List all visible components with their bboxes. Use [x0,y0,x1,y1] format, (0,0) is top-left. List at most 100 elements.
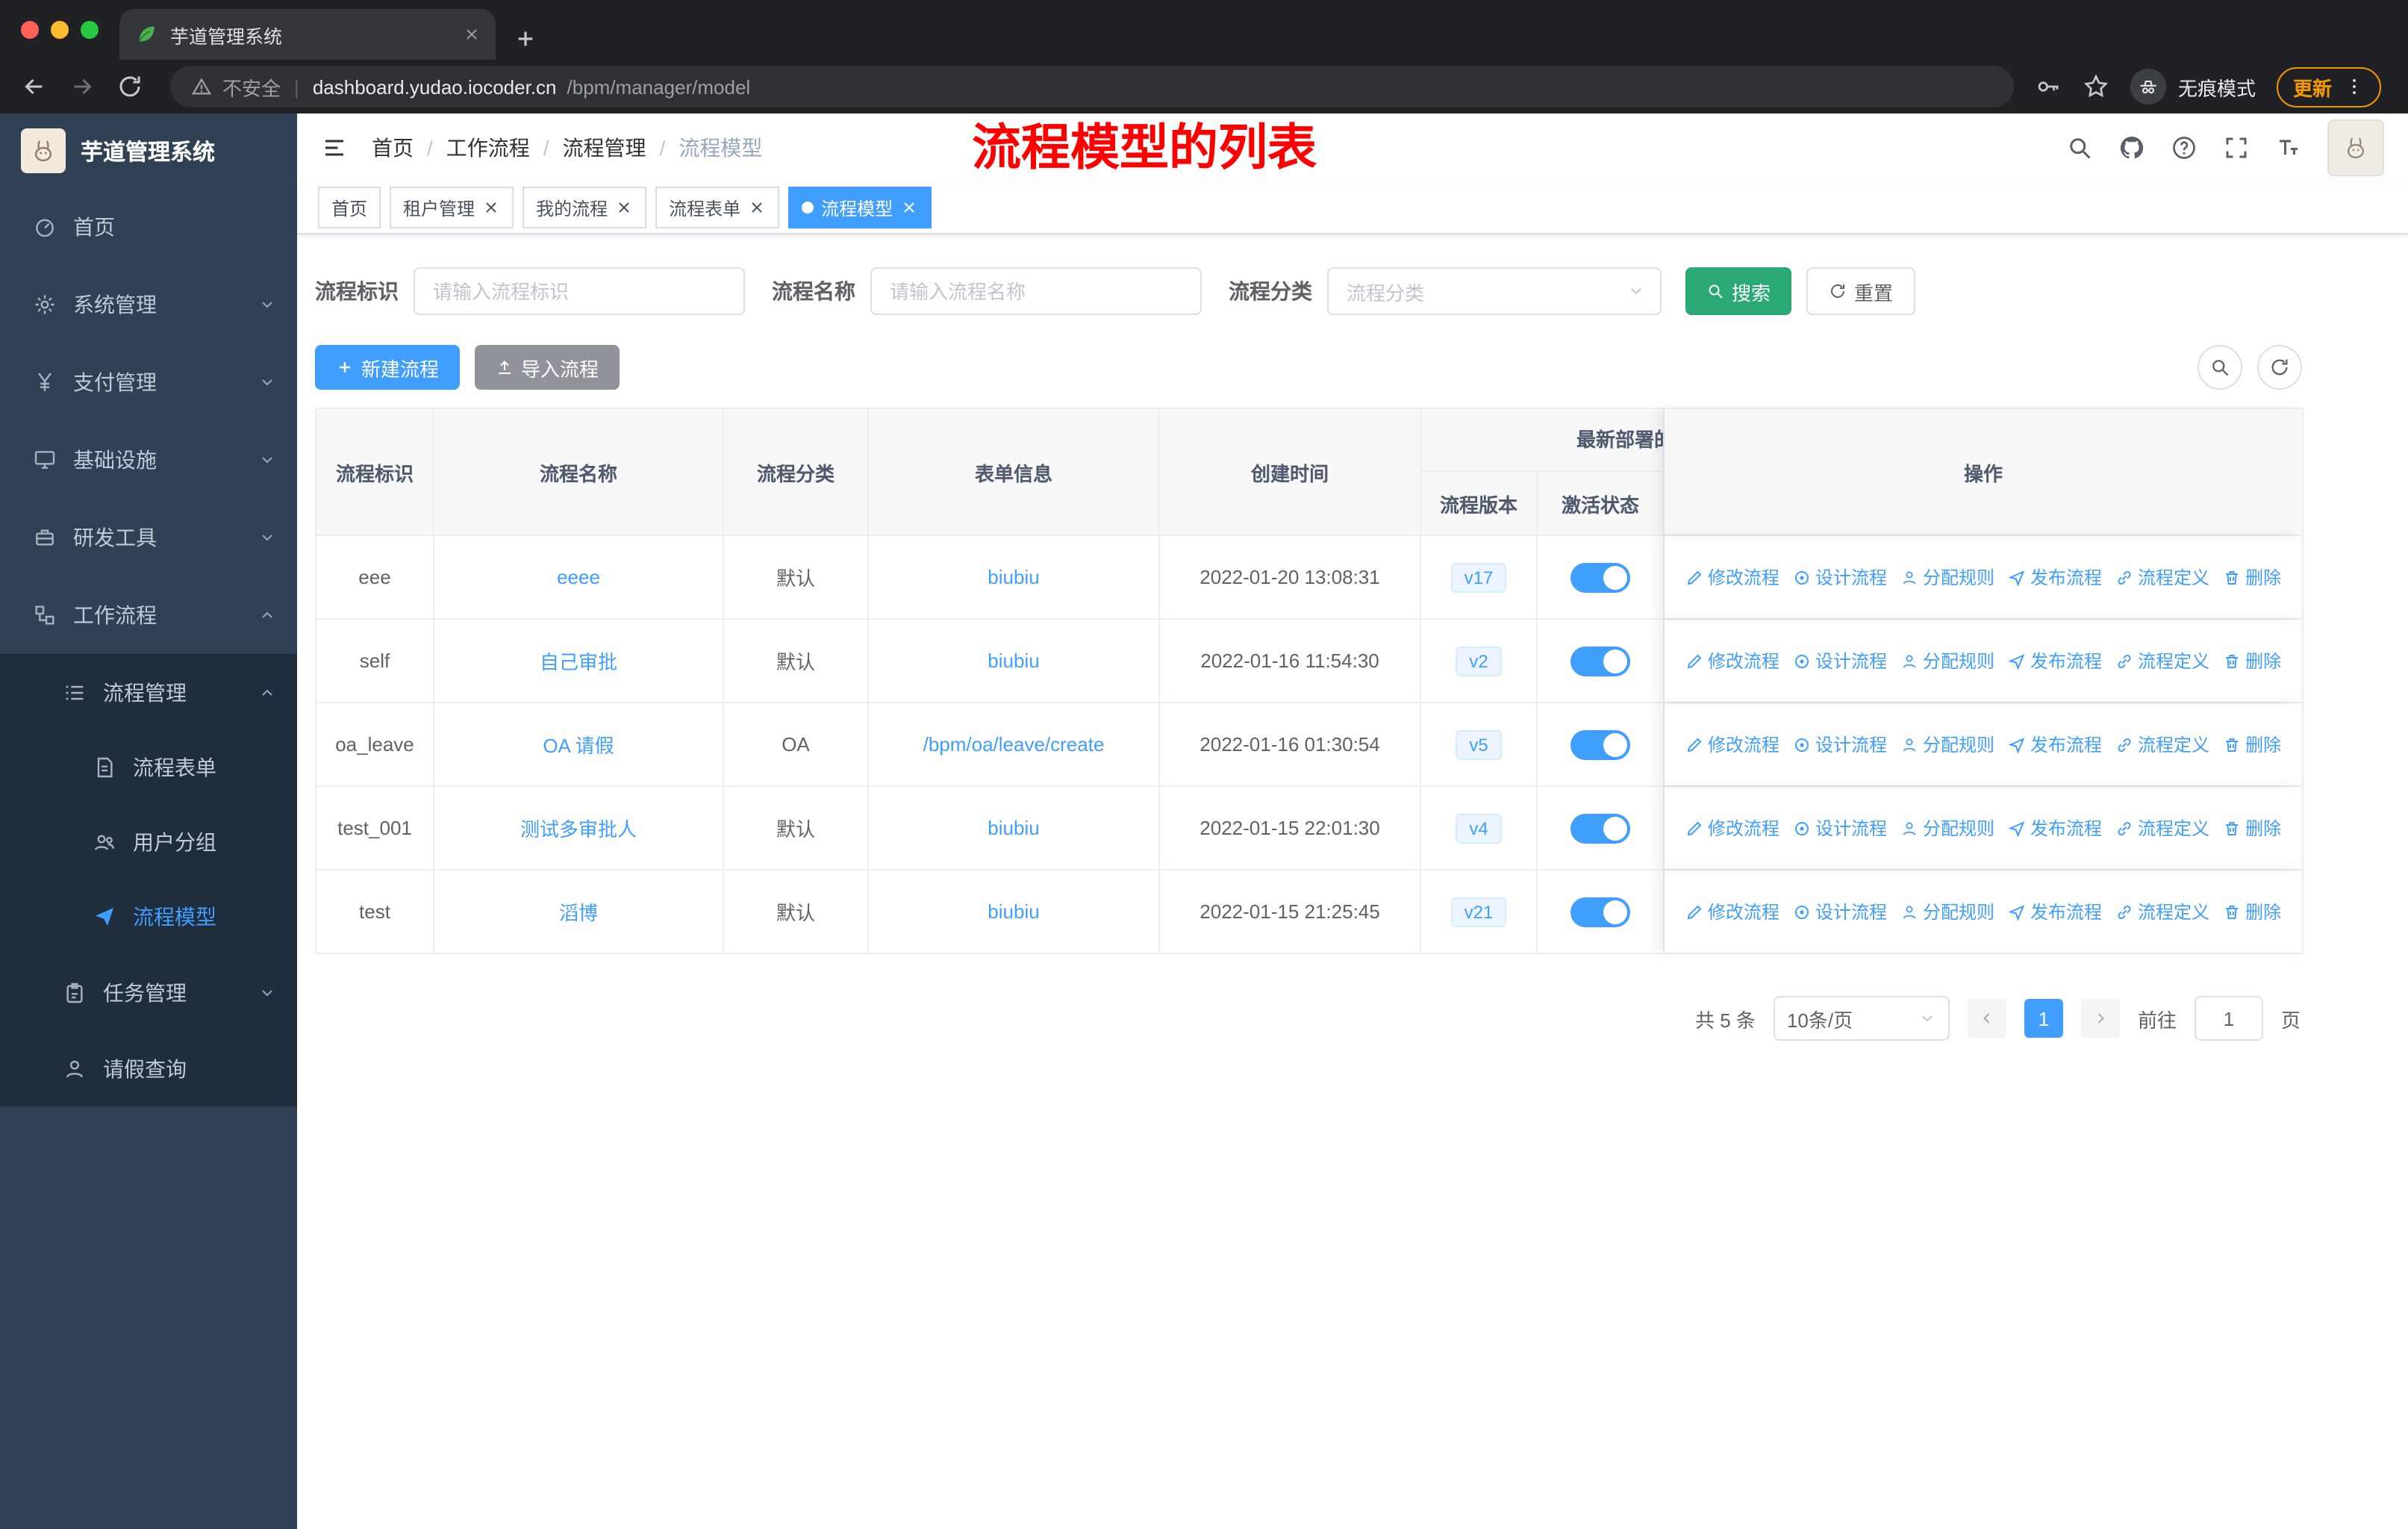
op-definition-link[interactable]: 流程定义 [2115,648,2209,673]
sidebar-item-leave-query[interactable]: 请假查询 [0,1030,297,1106]
version-badge[interactable]: v17 [1450,562,1507,592]
active-toggle[interactable] [1570,729,1630,759]
process-name-link[interactable]: 测试多审批人 [520,814,637,842]
breadcrumb-home[interactable]: 首页 [372,133,414,163]
sidebar-item-payment[interactable]: 支付管理 [0,343,297,421]
tag-process-model[interactable]: 流程模型 [788,187,932,228]
sidebar-item-infrastructure[interactable]: 基础设施 [0,421,297,499]
op-design-link[interactable]: 设计流程 [1793,732,1887,757]
process-name-input[interactable] [870,267,1202,315]
active-toggle[interactable] [1570,646,1630,676]
op-publish-link[interactable]: 发布流程 [2008,564,2102,590]
tag-close-icon[interactable] [900,199,918,217]
op-publish-link[interactable]: 发布流程 [2008,815,2102,841]
reload-button[interactable] [110,67,149,106]
font-size-icon[interactable] [2275,134,2302,161]
goto-page-input[interactable] [2194,996,2263,1041]
sidebar-item-system[interactable]: 系统管理 [0,266,297,343]
active-toggle[interactable] [1570,813,1630,843]
sidebar-item-process-management[interactable]: 流程管理 [0,654,297,730]
op-edit-link[interactable]: 修改流程 [1685,648,1780,673]
op-delete-link[interactable]: 删除 [2223,732,2281,757]
tag-tenant-management[interactable]: 租户管理 [390,187,514,228]
op-edit-link[interactable]: 修改流程 [1685,899,1780,924]
op-design-link[interactable]: 设计流程 [1793,899,1887,924]
form-info-link[interactable]: biubiu [988,900,1039,923]
browser-menu-icon[interactable] [2344,76,2365,97]
search-button[interactable]: 搜索 [1685,267,1792,315]
search-icon[interactable] [2066,134,2093,161]
reset-button[interactable]: 重置 [1806,267,1916,315]
process-name-link[interactable]: 自己审批 [540,647,617,675]
chrome-update-button[interactable]: 更新 [2276,66,2381,107]
browser-tab[interactable]: 芋道管理系统 [119,9,496,60]
sidebar-item-devtools[interactable]: 研发工具 [0,499,297,576]
tag-close-icon[interactable] [482,199,500,217]
process-category-select[interactable]: 流程分类 [1327,267,1662,315]
op-edit-link[interactable]: 修改流程 [1685,815,1780,841]
op-assign-rule-link[interactable]: 分配规则 [1900,732,1994,757]
sidebar-item-task-management[interactable]: 任务管理 [0,954,297,1030]
breadcrumb-process-management[interactable]: 流程管理 [563,133,646,163]
form-info-link[interactable]: /bpm/oa/leave/create [923,733,1105,756]
op-delete-link[interactable]: 删除 [2223,815,2281,841]
op-edit-link[interactable]: 修改流程 [1685,732,1780,757]
close-window-button[interactable] [21,21,39,39]
op-definition-link[interactable]: 流程定义 [2115,564,2209,590]
new-tab-button[interactable] [514,27,537,51]
fullscreen-icon[interactable] [2223,134,2250,161]
op-assign-rule-link[interactable]: 分配规则 [1900,564,1994,590]
maximize-window-button[interactable] [81,21,99,39]
refresh-table-button[interactable] [2257,345,2302,390]
tag-my-process[interactable]: 我的流程 [523,187,647,228]
op-definition-link[interactable]: 流程定义 [2115,899,2209,924]
tab-close-icon[interactable] [463,25,481,43]
version-badge[interactable]: v5 [1456,729,1502,759]
version-badge[interactable]: v21 [1450,897,1507,927]
form-info-link[interactable]: biubiu [988,650,1039,672]
op-design-link[interactable]: 设计流程 [1793,564,1887,590]
prev-page-button[interactable] [1967,999,2006,1038]
breadcrumb-workflow[interactable]: 工作流程 [446,133,530,163]
op-assign-rule-link[interactable]: 分配规则 [1900,648,1994,673]
password-key-icon[interactable] [2035,73,2062,100]
import-process-button[interactable]: 导入流程 [475,345,620,390]
minimize-window-button[interactable] [51,21,69,39]
op-delete-link[interactable]: 删除 [2223,899,2281,924]
page-size-select[interactable]: 10条/页 [1773,996,1950,1041]
form-info-link[interactable]: biubiu [988,566,1039,588]
tag-home[interactable]: 首页 [318,187,381,228]
current-page-button[interactable]: 1 [2024,999,2063,1038]
sidebar-item-workflow[interactable]: 工作流程 [0,576,297,654]
tag-close-icon[interactable] [748,199,766,217]
next-page-button[interactable] [2080,999,2120,1038]
help-icon[interactable] [2171,134,2198,161]
tag-process-form[interactable]: 流程表单 [655,187,780,228]
op-design-link[interactable]: 设计流程 [1793,815,1887,841]
op-edit-link[interactable]: 修改流程 [1685,564,1780,590]
toggle-search-button[interactable] [2198,345,2242,390]
sidebar-collapse-icon[interactable] [321,134,348,161]
op-assign-rule-link[interactable]: 分配规则 [1900,815,1994,841]
user-avatar[interactable] [2327,119,2384,176]
active-toggle[interactable] [1570,897,1630,927]
process-name-link[interactable]: eeee [557,566,600,588]
sidebar-item-home[interactable]: 首页 [0,188,297,266]
address-bar[interactable]: 不安全 | dashboard.yudao.iocoder.cn/bpm/man… [170,66,2014,108]
op-design-link[interactable]: 设计流程 [1793,648,1887,673]
op-publish-link[interactable]: 发布流程 [2008,732,2102,757]
form-info-link[interactable]: biubiu [988,817,1039,839]
op-publish-link[interactable]: 发布流程 [2008,899,2102,924]
sidebar-item-process-model[interactable]: 流程模型 [0,879,297,954]
tag-close-icon[interactable] [615,199,633,217]
process-name-link[interactable]: 滔博 [559,897,598,926]
back-button[interactable] [15,67,54,106]
process-name-link[interactable]: OA 请假 [543,730,614,759]
active-toggle[interactable] [1570,562,1630,592]
sidebar-item-process-form[interactable]: 流程表单 [0,730,297,805]
version-badge[interactable]: v2 [1456,646,1502,676]
op-delete-link[interactable]: 删除 [2223,564,2281,590]
app-logo-row[interactable]: 芋道管理系统 [0,113,297,188]
forward-button[interactable] [63,67,102,106]
op-definition-link[interactable]: 流程定义 [2115,732,2209,757]
